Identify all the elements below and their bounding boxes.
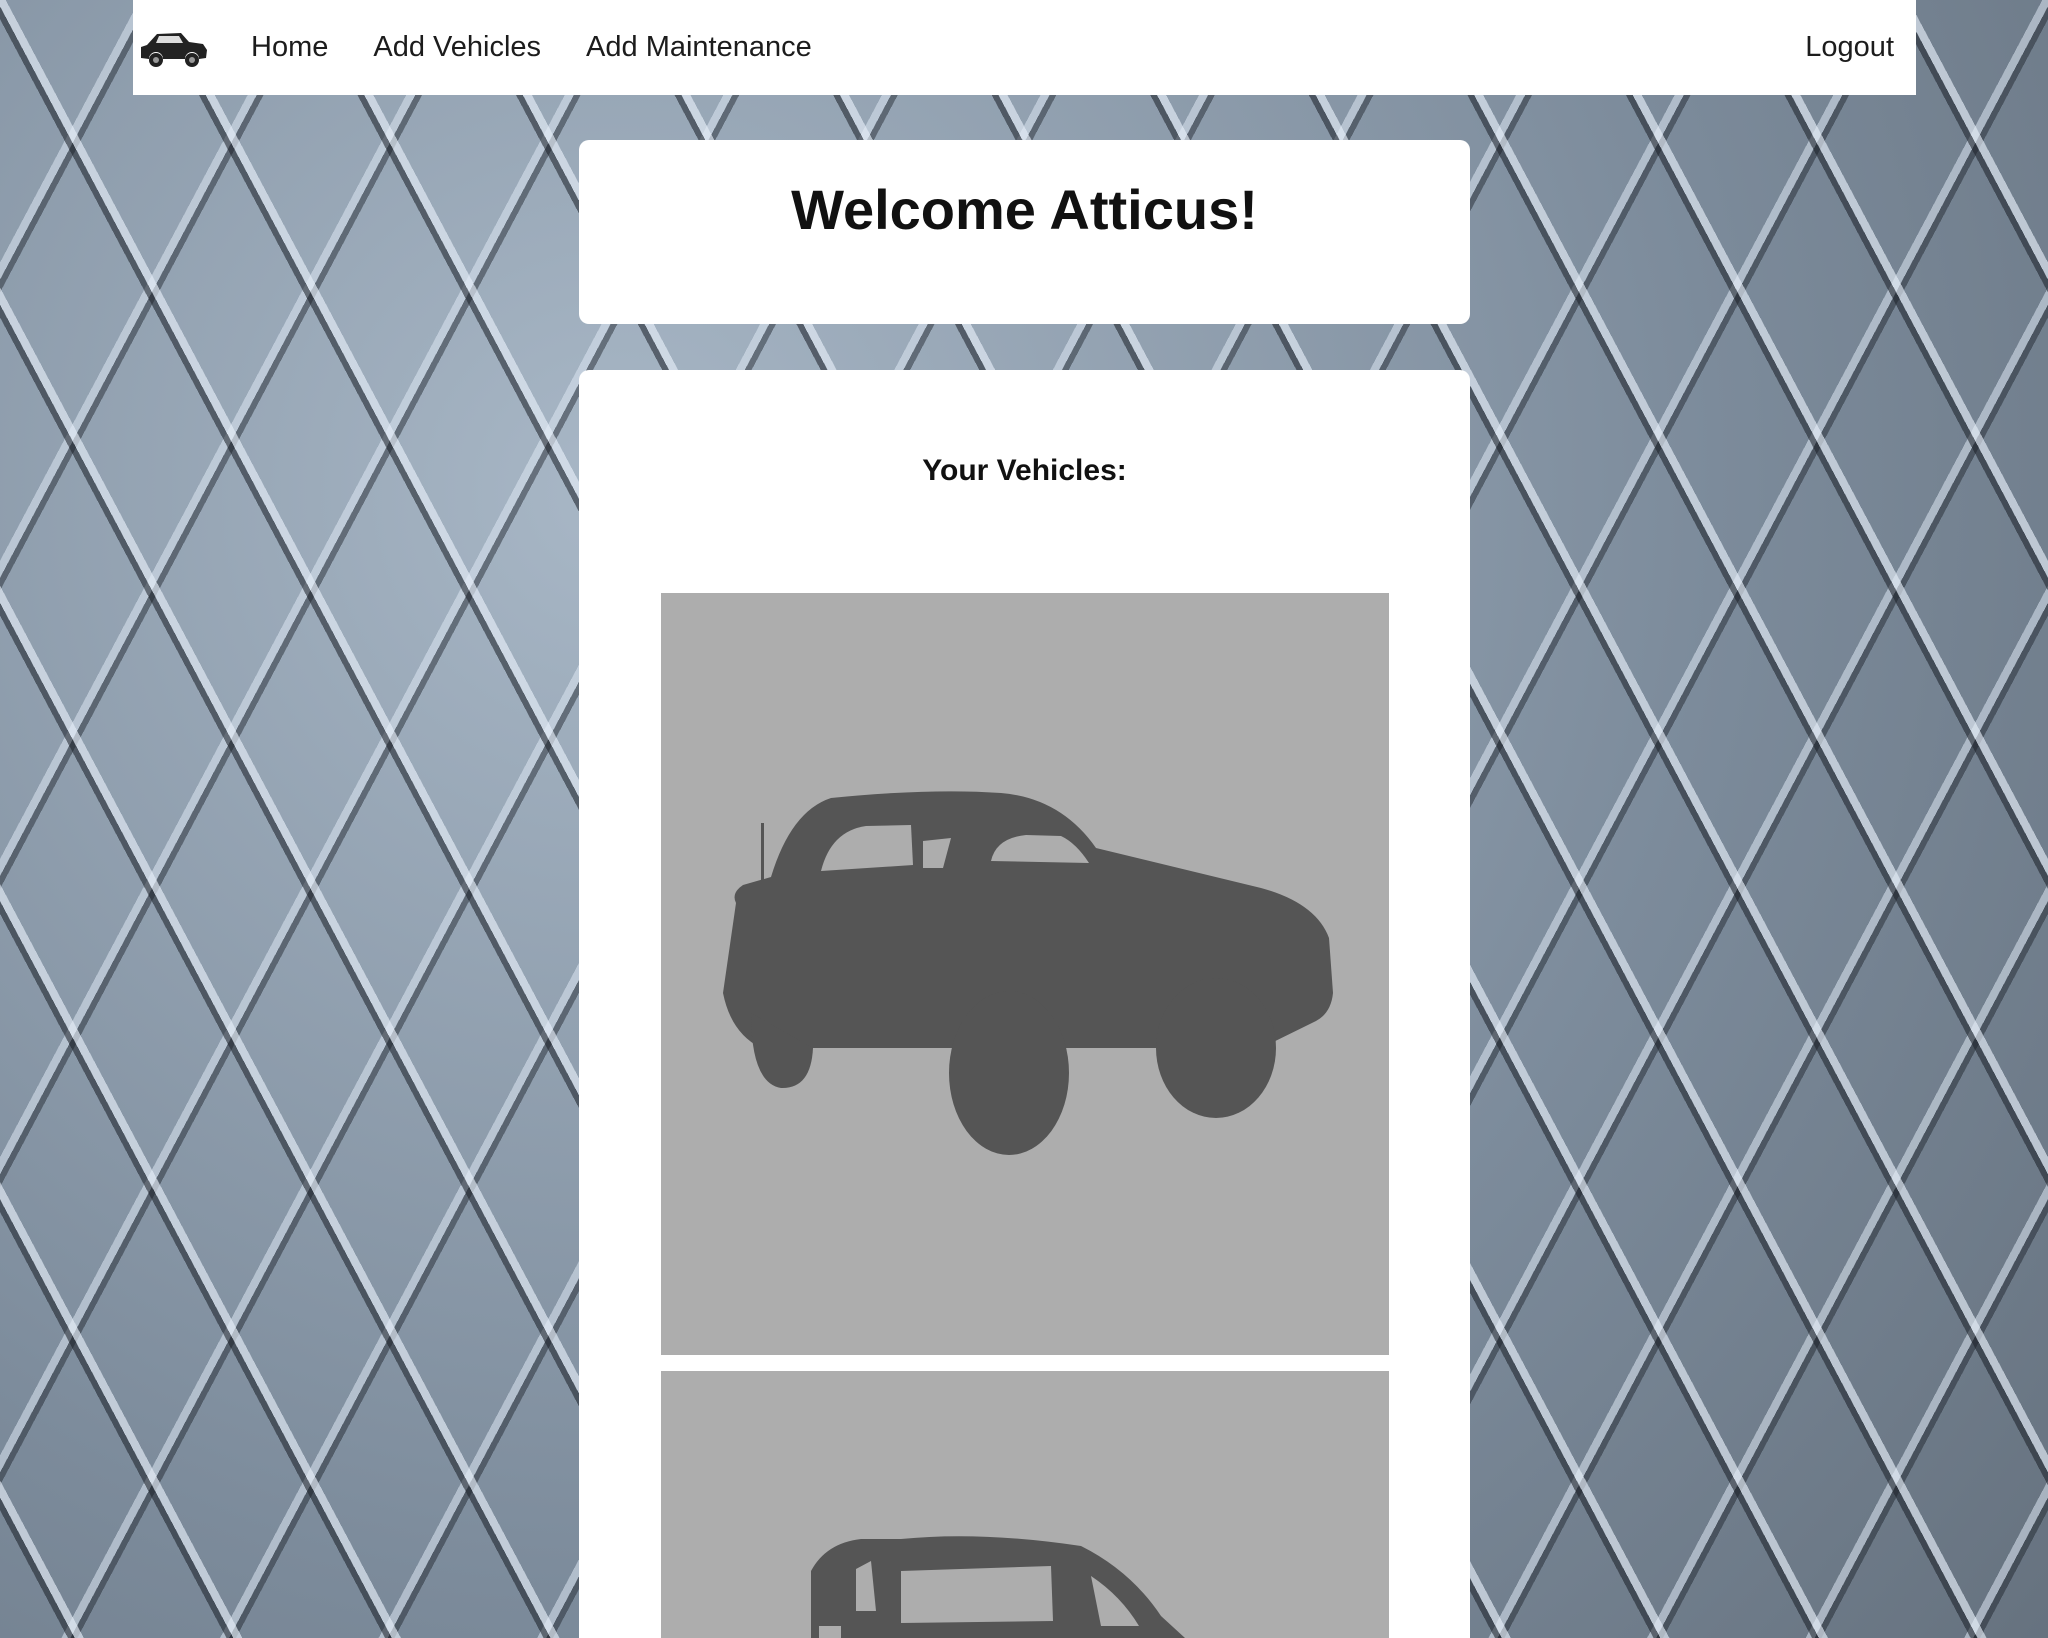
nav-home-link[interactable]: Home	[251, 31, 328, 64]
truck-logo-icon[interactable]	[137, 25, 209, 71]
truck-silhouette-icon	[811, 1536, 1185, 1638]
truck-silhouette-icon	[723, 791, 1333, 1155]
vehicles-card: Your Vehicles:	[579, 370, 1470, 1638]
top-navbar: Home Add Vehicles Add Maintenance Logout	[133, 0, 1916, 95]
nav-add-maintenance-link[interactable]: Add Maintenance	[586, 31, 812, 64]
welcome-title: Welcome Atticus!	[791, 178, 1258, 241]
nav-add-vehicles-link[interactable]: Add Vehicles	[373, 31, 541, 64]
logout-link[interactable]: Logout	[1805, 31, 1894, 64]
welcome-card: Welcome Atticus!	[579, 140, 1470, 324]
vehicles-heading: Your Vehicles:	[922, 454, 1127, 487]
vehicle-card[interactable]	[661, 593, 1389, 1355]
vehicle-card[interactable]	[661, 1371, 1389, 1638]
